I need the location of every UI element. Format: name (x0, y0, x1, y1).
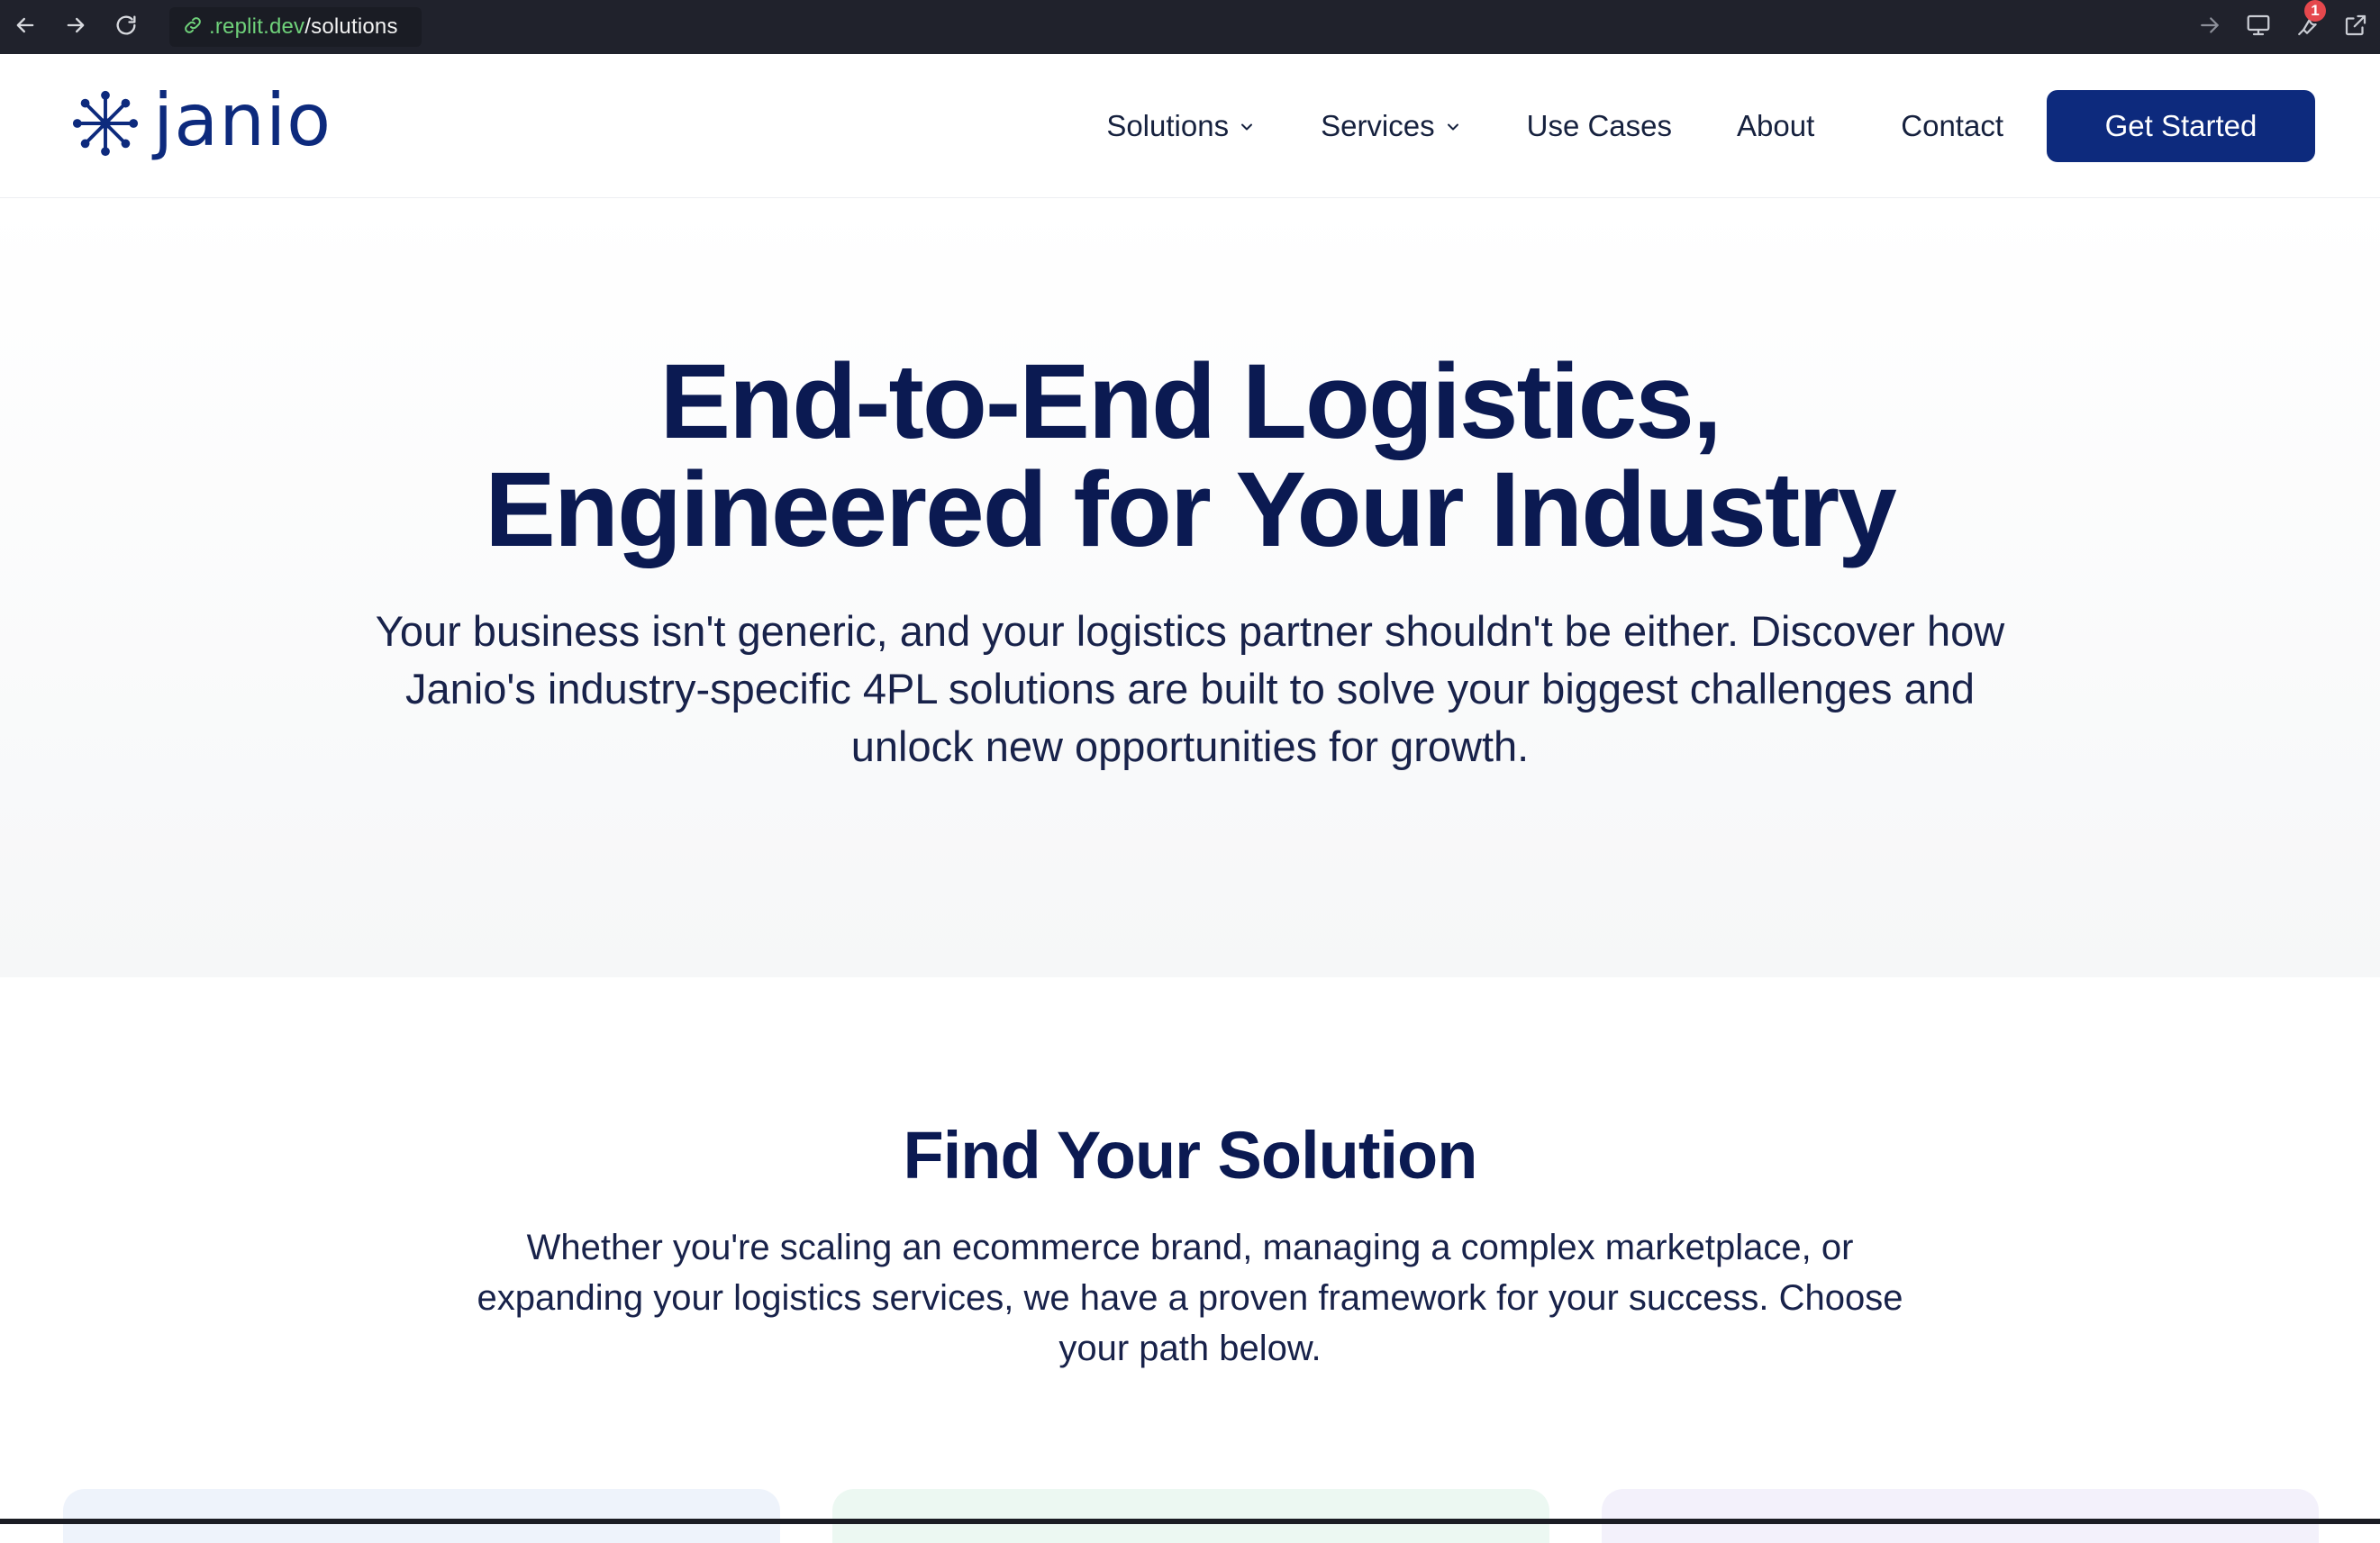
solution-card-logistics[interactable] (1602, 1489, 2319, 1543)
back-arrow-icon (13, 13, 38, 42)
reload-button[interactable] (101, 0, 151, 54)
nav-use-cases[interactable]: Use Cases (1527, 109, 1672, 143)
solution-card-marketplace[interactable] (832, 1489, 1549, 1543)
nav-use-cases-label: Use Cases (1526, 108, 1673, 142)
hero-section: End-to-End Logistics, Engineered for You… (0, 199, 2380, 977)
arrow-right-icon (2196, 12, 2223, 43)
chevron-down-icon (1435, 109, 1462, 143)
browser-toolbar: .replit.dev/solutions 1 (0, 0, 2380, 54)
external-link-icon (2342, 12, 2369, 43)
address-bar[interactable]: .replit.dev/solutions (169, 7, 422, 47)
nav-about[interactable]: About (1737, 109, 1814, 143)
hero-title: End-to-End Logistics, Engineered for You… (0, 348, 2380, 564)
get-started-button[interactable]: Get Started (2047, 89, 2315, 162)
notification-badge: 1 (2304, 0, 2326, 22)
nav-contact[interactable]: Contact (1901, 109, 2003, 143)
nav-about-label: About (1737, 108, 1815, 142)
find-solution-title: Find Your Solution (903, 1118, 1478, 1193)
forward-button[interactable] (50, 0, 101, 54)
main-nav: Solutions Services Use Cases About Conta… (1106, 89, 2380, 162)
hero-title-line2: Engineered for Your Industry (485, 450, 1897, 569)
url-path: /solutions (304, 14, 398, 39)
logo[interactable]: janio (70, 77, 332, 163)
link-icon (182, 14, 204, 41)
nav-solutions-label: Solutions (1106, 108, 1230, 142)
reload-icon (114, 13, 139, 42)
device-preview-button[interactable] (2234, 0, 2283, 54)
devtools-button[interactable]: 1 (2283, 0, 2331, 54)
open-preview-button[interactable] (2185, 0, 2234, 54)
chevron-down-icon (1229, 109, 1256, 143)
hero-title-line1: End-to-End Logistics, (659, 342, 1721, 461)
url-domain: .replit.dev (209, 14, 305, 39)
monitor-icon (2245, 12, 2272, 43)
logo-text: janio (153, 77, 332, 162)
back-button[interactable] (0, 0, 50, 54)
hero-subtitle: Your business isn't generic, and your lo… (375, 607, 2005, 770)
find-solution-section: Find Your Solution Whether you're scalin… (0, 977, 2380, 1543)
forward-arrow-icon (63, 13, 88, 42)
janio-logo-icon (70, 88, 141, 163)
nav-solutions[interactable]: Solutions (1106, 109, 1256, 143)
nav-services-label: Services (1321, 108, 1435, 142)
window-bottom-edge (0, 1519, 2380, 1524)
site-header: janio Solutions Services Use Cases About… (0, 54, 2380, 198)
nav-services[interactable]: Services (1321, 109, 1462, 143)
open-new-tab-button[interactable] (2331, 0, 2380, 54)
solution-card-ecommerce[interactable] (63, 1489, 780, 1543)
url-text: .replit.dev/solutions (209, 14, 398, 40)
nav-contact-label: Contact (1901, 108, 2003, 142)
find-solution-text: Whether you're scaling an ecommerce bran… (477, 1228, 1903, 1368)
